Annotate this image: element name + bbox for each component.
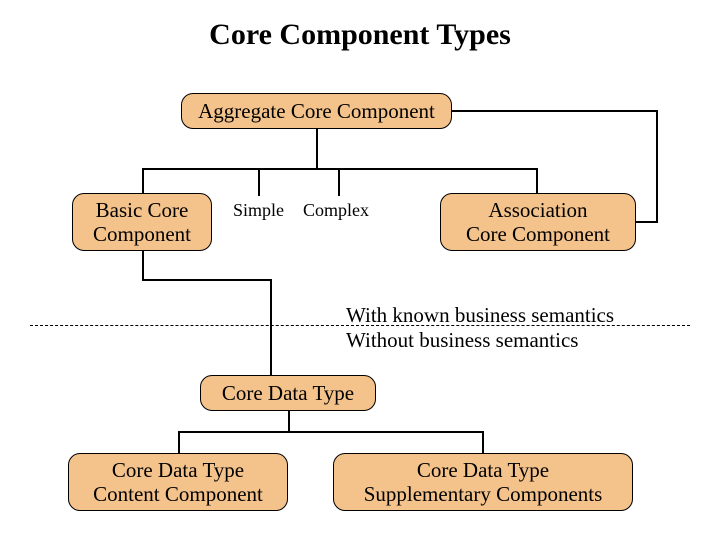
box-core-data-type-supplementary-components: Core Data Type Supplementary Components: [333, 453, 633, 511]
text-without-semantics: Without business semantics: [346, 328, 578, 353]
connector-line: [656, 110, 658, 223]
box-basic-core-component: Basic Core Component: [72, 193, 212, 251]
connector-line: [316, 129, 318, 168]
dashed-divider: [30, 325, 690, 326]
box-association-core-component: Association Core Component: [440, 193, 636, 251]
edge-label-simple: Simple: [233, 200, 284, 221]
box-core-data-type-content-component: Core Data Type Content Component: [68, 453, 288, 511]
connector-line: [178, 431, 484, 433]
edge-label-complex: Complex: [303, 200, 369, 221]
connector-line: [142, 251, 144, 279]
connector-line: [338, 168, 340, 196]
connector-line: [258, 168, 260, 196]
connector-line: [178, 431, 180, 453]
connector-line: [636, 221, 658, 223]
connector-line: [452, 110, 658, 112]
box-core-data-type: Core Data Type: [200, 375, 376, 411]
connector-line: [142, 168, 538, 170]
connector-line: [142, 279, 272, 281]
diagram-title: Core Component Types: [0, 18, 720, 52]
connector-line: [536, 168, 538, 193]
connector-line: [142, 168, 144, 193]
connector-line: [288, 411, 290, 431]
connector-line: [482, 431, 484, 453]
box-aggregate-core-component: Aggregate Core Component: [181, 93, 452, 129]
connector-line: [270, 279, 272, 375]
